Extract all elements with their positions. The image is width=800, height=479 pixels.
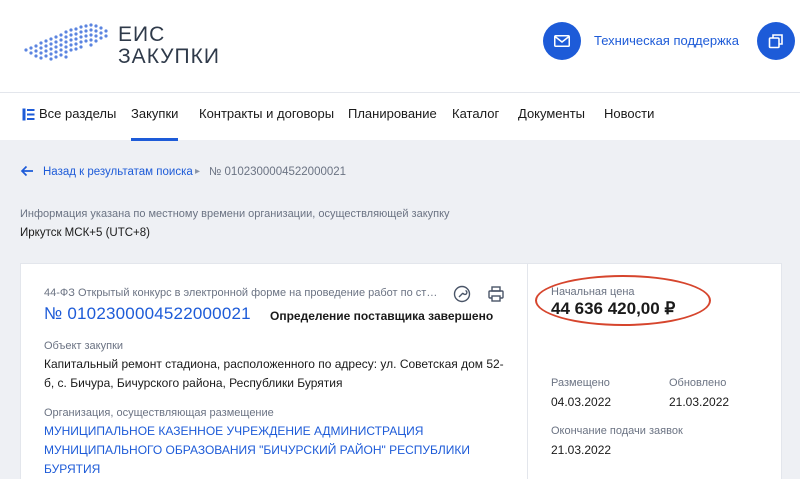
russia-map-logo-icon bbox=[24, 23, 108, 61]
logo-text: ЕИС ЗАКУПКИ bbox=[118, 24, 220, 68]
placed-label: Размещено bbox=[551, 377, 610, 389]
initial-price-label: Начальная цена bbox=[551, 286, 635, 298]
object-description: Капитальный ремонт стадиона, расположенн… bbox=[44, 355, 514, 393]
initial-price-value: 44 636 420,00 ₽ bbox=[551, 299, 676, 318]
active-tab-indicator bbox=[131, 138, 178, 141]
object-label: Объект закупки bbox=[44, 340, 124, 352]
placed-date: 04.03.2022 bbox=[551, 395, 612, 409]
registry-number-link[interactable]: № 0102300004522000021 bbox=[44, 304, 251, 324]
nav-item-all-sections[interactable]: Все разделы bbox=[39, 106, 116, 121]
object-line2: б, с. Бичура, Бичурского района, Республ… bbox=[44, 376, 343, 390]
windows-button[interactable] bbox=[757, 22, 795, 60]
organization-line2: МУНИЦИПАЛЬНОГО ОБРАЗОВАНИЯ "БИЧУРСКИЙ РА… bbox=[44, 443, 470, 476]
deadline-label: Окончание подачи заявок bbox=[551, 425, 683, 437]
procurement-type: 44-ФЗ Открытый конкурс в электронной фор… bbox=[44, 287, 440, 299]
organization-line1: МУНИЦИПАЛЬНОЕ КАЗЕННОЕ УЧРЕЖДЕНИЕ АДМИНИ… bbox=[44, 424, 424, 438]
windows-icon bbox=[768, 34, 783, 49]
nav-item-catalog[interactable]: Каталог bbox=[452, 106, 499, 121]
nav-item-planning[interactable]: Планирование bbox=[348, 106, 437, 121]
card-gap bbox=[782, 263, 800, 479]
nav-item-contracts[interactable]: Контракты и договоры bbox=[199, 106, 334, 121]
nav-item-documents[interactable]: Документы bbox=[518, 106, 585, 121]
breadcrumb-current: № 0102300004522000021 bbox=[209, 166, 347, 178]
breadcrumb-separator: ▸ bbox=[195, 166, 201, 177]
nav-item-procurements[interactable]: Закупки bbox=[131, 106, 178, 121]
organization-label: Организация, осуществляющая размещение bbox=[44, 407, 274, 419]
arrow-left-icon[interactable] bbox=[20, 165, 34, 177]
support-link[interactable]: Техническая поддержка bbox=[594, 33, 739, 48]
updated-label: Обновлено bbox=[669, 377, 727, 389]
logo-line1: ЕИС bbox=[118, 23, 166, 46]
card-divider bbox=[527, 263, 528, 479]
back-to-results-link[interactable]: Назад к результатам поиска bbox=[43, 166, 193, 178]
sections-icon bbox=[22, 108, 35, 121]
timezone-note: Информация указана по местному времени о… bbox=[20, 208, 450, 220]
organization-link[interactable]: МУНИЦИПАЛЬНОЕ КАЗЕННОЕ УЧРЕЖДЕНИЕ АДМИНИ… bbox=[44, 422, 514, 479]
wrench-icon[interactable] bbox=[453, 285, 471, 303]
header: ЕИС ЗАКУПКИ Техническая поддержка bbox=[0, 0, 800, 92]
object-line1: Капитальный ремонт стадиона, расположенн… bbox=[44, 357, 504, 371]
mail-icon bbox=[554, 35, 570, 47]
eis-logo[interactable]: ЕИС ЗАКУПКИ bbox=[20, 20, 219, 72]
printer-icon[interactable] bbox=[487, 285, 505, 303]
nav-item-news[interactable]: Новости bbox=[604, 106, 654, 121]
updated-date: 21.03.2022 bbox=[669, 395, 730, 409]
main-nav: Все разделы Закупки Контракты и договоры… bbox=[0, 92, 800, 141]
support-button[interactable] bbox=[543, 22, 581, 60]
deadline-date: 21.03.2022 bbox=[551, 443, 612, 457]
timezone-value: Иркутск МСК+5 (UTC+8) bbox=[20, 227, 150, 239]
logo-line2: ЗАКУПКИ bbox=[118, 45, 220, 68]
procurement-status: Определение поставщика завершено bbox=[270, 309, 494, 323]
